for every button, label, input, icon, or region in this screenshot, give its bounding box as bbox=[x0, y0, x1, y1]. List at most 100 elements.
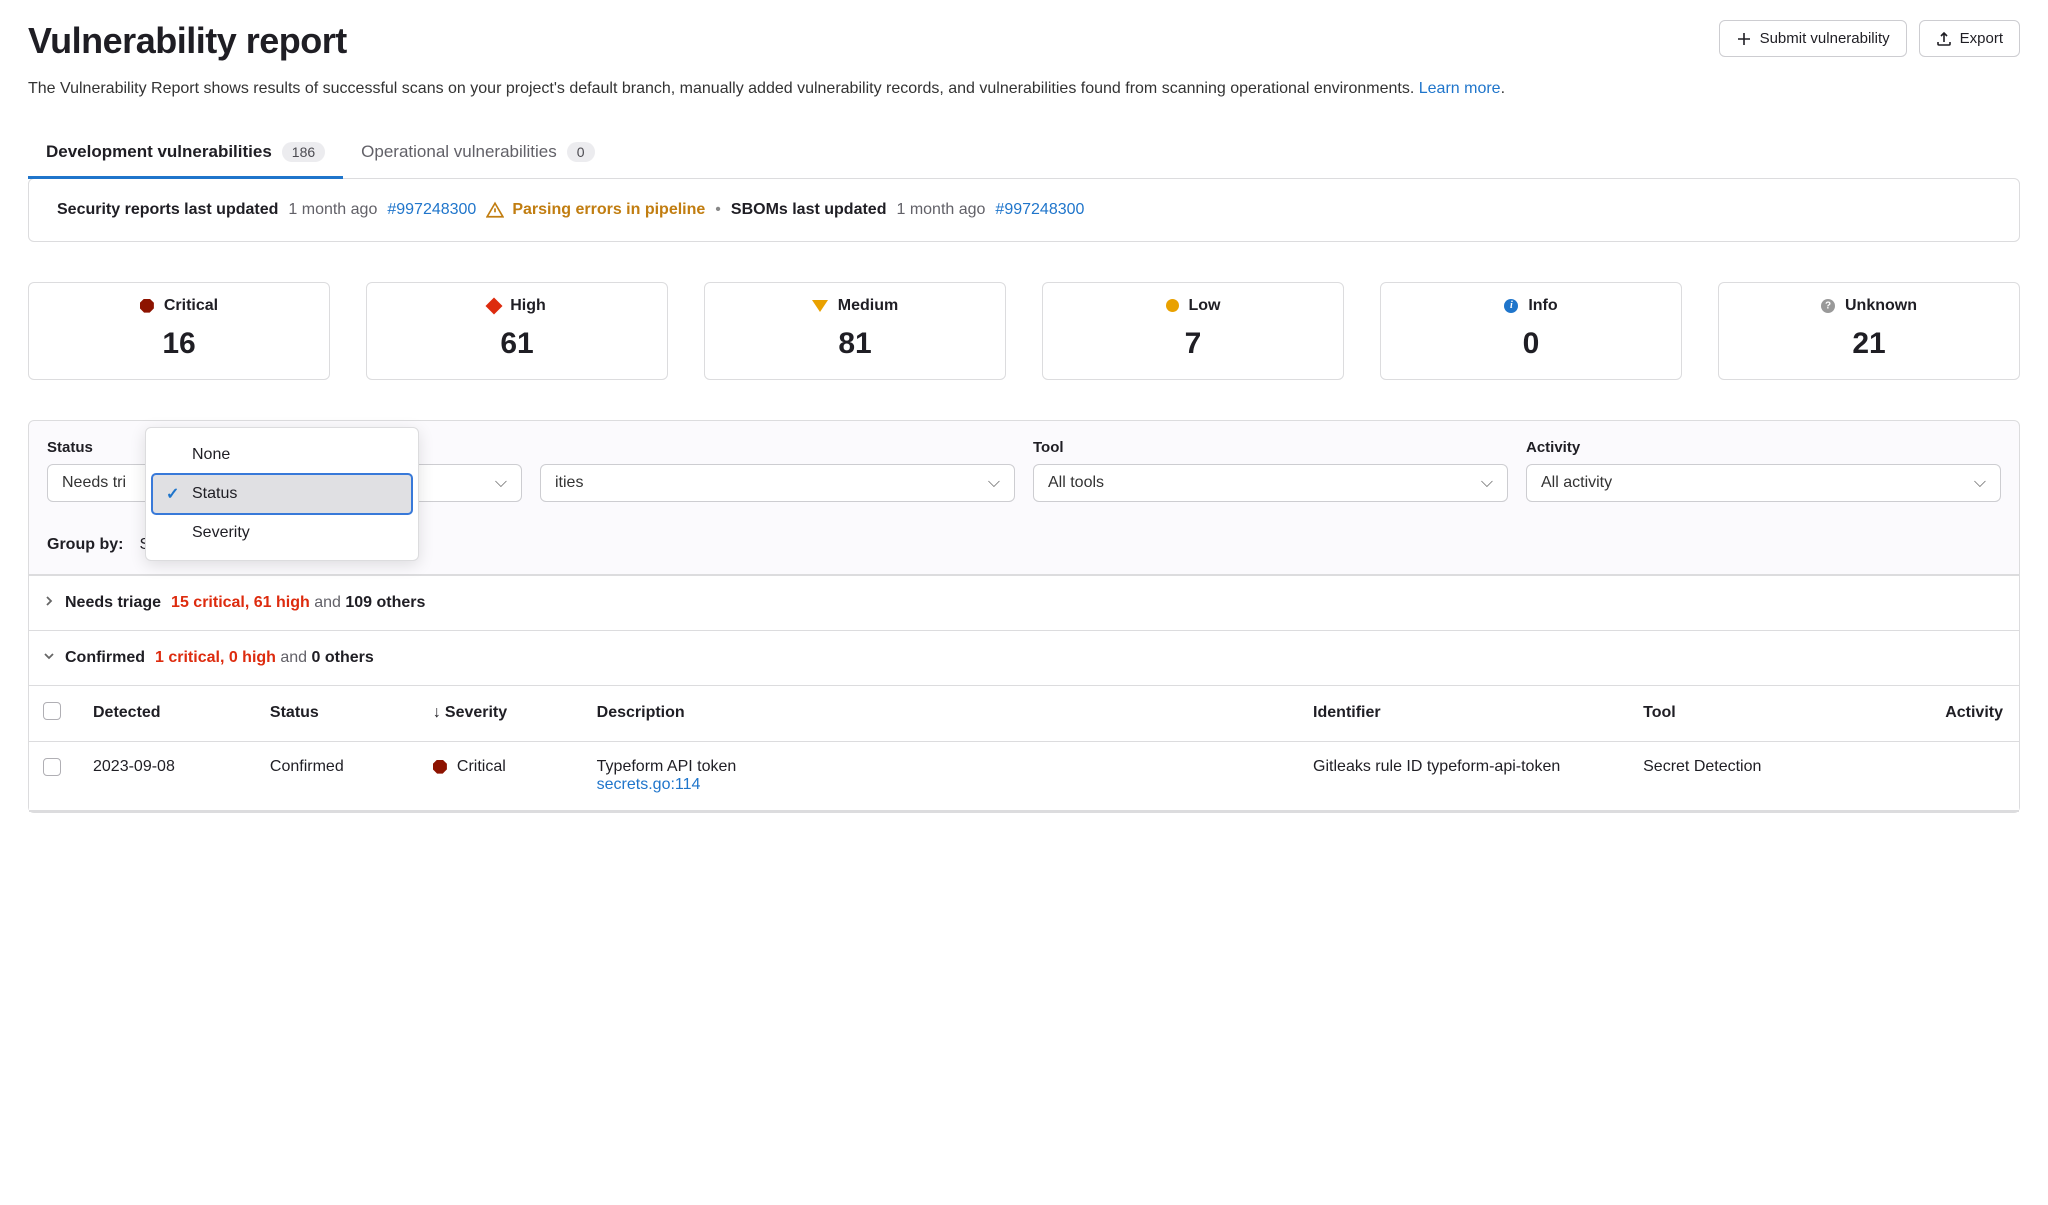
medium-icon bbox=[812, 300, 828, 312]
severity-select[interactable]: ities ⌵ bbox=[540, 464, 1015, 502]
tab-op-count: 0 bbox=[567, 142, 595, 162]
severity-label: Info bbox=[1528, 297, 1557, 315]
info-icon bbox=[1504, 299, 1518, 313]
learn-more-link[interactable]: Learn more bbox=[1419, 80, 1501, 97]
severity-count: 21 bbox=[1729, 327, 2009, 361]
unknown-icon bbox=[1821, 299, 1835, 313]
export-button[interactable]: Export bbox=[1919, 20, 2020, 57]
option-label: Severity bbox=[192, 524, 250, 542]
severity-label: Medium bbox=[838, 297, 898, 315]
col-tool[interactable]: Tool bbox=[1633, 686, 1873, 742]
cell-tool: Secret Detection bbox=[1633, 741, 1873, 810]
group-high-count: 0 high bbox=[229, 649, 276, 666]
group-name: Confirmed bbox=[65, 649, 145, 667]
severity-card-low[interactable]: Low 7 bbox=[1042, 282, 1344, 380]
group-others-count: 0 others bbox=[312, 649, 374, 666]
severity-card-medium[interactable]: Medium 81 bbox=[704, 282, 1006, 380]
warning-icon bbox=[486, 201, 504, 219]
security-reports-label: Security reports last updated bbox=[57, 201, 278, 219]
groupby-option-severity[interactable]: Severity bbox=[152, 514, 412, 552]
col-severity[interactable]: ↓Severity bbox=[423, 686, 587, 742]
chevron-right-icon bbox=[43, 594, 55, 612]
filter-tool-label: Tool bbox=[1033, 439, 1508, 456]
severity-cards: Critical 16 High 61 Medium 81 Low 7 Info… bbox=[28, 282, 2020, 380]
status-value: Needs tri bbox=[62, 474, 126, 492]
severity-card-high[interactable]: High 61 bbox=[366, 282, 668, 380]
chevron-down-icon: ⌵ bbox=[495, 474, 507, 492]
filter-activity-label: Activity bbox=[1526, 439, 2001, 456]
option-label: None bbox=[192, 446, 230, 464]
option-label: Status bbox=[192, 485, 237, 503]
page-description: The Vulnerability Report shows results o… bbox=[28, 76, 1940, 102]
select-all-checkbox[interactable] bbox=[43, 702, 61, 720]
groupby-option-none[interactable]: None bbox=[152, 436, 412, 474]
critical-icon bbox=[140, 299, 154, 313]
submit-label: Submit vulnerability bbox=[1760, 30, 1890, 47]
description-link[interactable]: secrets.go:114 bbox=[597, 776, 701, 793]
group-others-count: 109 others bbox=[345, 594, 425, 611]
vulnerabilities-table: Detected Status ↓Severity Description Id… bbox=[29, 686, 2019, 811]
filter-tool: Tool All tools ⌵ bbox=[1033, 439, 1508, 502]
cell-status: Confirmed bbox=[260, 741, 423, 810]
separator: • bbox=[715, 201, 721, 219]
row-checkbox[interactable] bbox=[43, 758, 61, 776]
parsing-errors-warning[interactable]: Parsing errors in pipeline bbox=[486, 201, 705, 219]
chevron-down-icon: ⌵ bbox=[1974, 474, 1986, 492]
activity-value: All activity bbox=[1541, 474, 1612, 492]
tabs: Development vulnerabilities 186 Operatio… bbox=[28, 128, 2020, 179]
cell-activity bbox=[1873, 741, 2019, 810]
tab-development[interactable]: Development vulnerabilities 186 bbox=[28, 128, 343, 179]
group-name: Needs triage bbox=[65, 594, 161, 612]
sbom-time: 1 month ago bbox=[896, 201, 985, 219]
severity-count: 81 bbox=[715, 327, 995, 361]
col-description[interactable]: Description bbox=[587, 686, 1303, 742]
filter-activity: Activity All activity ⌵ bbox=[1526, 439, 2001, 502]
severity-label: Unknown bbox=[1845, 297, 1917, 315]
col-identifier[interactable]: Identifier bbox=[1303, 686, 1633, 742]
page-title: Vulnerability report bbox=[28, 20, 347, 62]
chevron-down-icon: ⌵ bbox=[1481, 474, 1493, 492]
header-actions: Submit vulnerability Export bbox=[1719, 20, 2020, 57]
severity-card-unknown[interactable]: Unknown 21 bbox=[1718, 282, 2020, 380]
cell-severity: Critical bbox=[423, 741, 587, 810]
cell-identifier: Gitleaks rule ID typeform-api-token bbox=[1303, 741, 1633, 810]
group-needs-triage[interactable]: Needs triage 15 critical, 61 high and 10… bbox=[29, 575, 2019, 630]
high-icon bbox=[486, 297, 503, 314]
check-icon: ✓ bbox=[166, 484, 182, 504]
col-status[interactable]: Status bbox=[260, 686, 423, 742]
severity-value: ities bbox=[555, 474, 583, 492]
group-confirmed[interactable]: Confirmed 1 critical, 0 high and 0 other… bbox=[29, 630, 2019, 685]
groupby-label: Group by: bbox=[47, 536, 123, 554]
filter-severity-label bbox=[540, 439, 1015, 456]
tab-op-label: Operational vulnerabilities bbox=[361, 142, 557, 162]
filter-severity: ities ⌵ bbox=[540, 439, 1015, 502]
groupby-dropdown: None ✓ Status Severity bbox=[145, 427, 419, 561]
severity-count: 61 bbox=[377, 327, 657, 361]
security-reports-link[interactable]: #997248300 bbox=[387, 201, 476, 219]
tab-operational[interactable]: Operational vulnerabilities 0 bbox=[343, 128, 612, 179]
export-label: Export bbox=[1960, 30, 2003, 47]
severity-card-critical[interactable]: Critical 16 bbox=[28, 282, 330, 380]
tab-dev-label: Development vulnerabilities bbox=[46, 142, 272, 162]
groupby-option-status[interactable]: ✓ Status bbox=[152, 474, 412, 514]
plus-icon bbox=[1736, 31, 1752, 47]
col-detected[interactable]: Detected bbox=[83, 686, 260, 742]
severity-label: High bbox=[510, 297, 546, 315]
export-icon bbox=[1936, 31, 1952, 47]
cell-description: Typeform API token secrets.go:114 bbox=[587, 741, 1303, 810]
severity-card-info[interactable]: Info 0 bbox=[1380, 282, 1682, 380]
submit-vulnerability-button[interactable]: Submit vulnerability bbox=[1719, 20, 1907, 57]
info-panel: Security reports last updated 1 month ag… bbox=[28, 178, 2020, 242]
severity-count: 0 bbox=[1391, 327, 1671, 361]
table-row[interactable]: 2023-09-08 Confirmed Critical Typeform A… bbox=[29, 741, 2019, 810]
description-title: Typeform API token bbox=[597, 758, 1293, 776]
severity-count: 16 bbox=[39, 327, 319, 361]
sbom-link[interactable]: #997248300 bbox=[995, 201, 1084, 219]
severity-label: Low bbox=[1189, 297, 1221, 315]
group-high-count: 61 high bbox=[254, 594, 310, 611]
tool-select[interactable]: All tools ⌵ bbox=[1033, 464, 1508, 502]
col-activity[interactable]: Activity bbox=[1873, 686, 2019, 742]
group-critical-count: 15 critical bbox=[171, 594, 245, 611]
activity-select[interactable]: All activity ⌵ bbox=[1526, 464, 2001, 502]
low-icon bbox=[1166, 299, 1179, 312]
